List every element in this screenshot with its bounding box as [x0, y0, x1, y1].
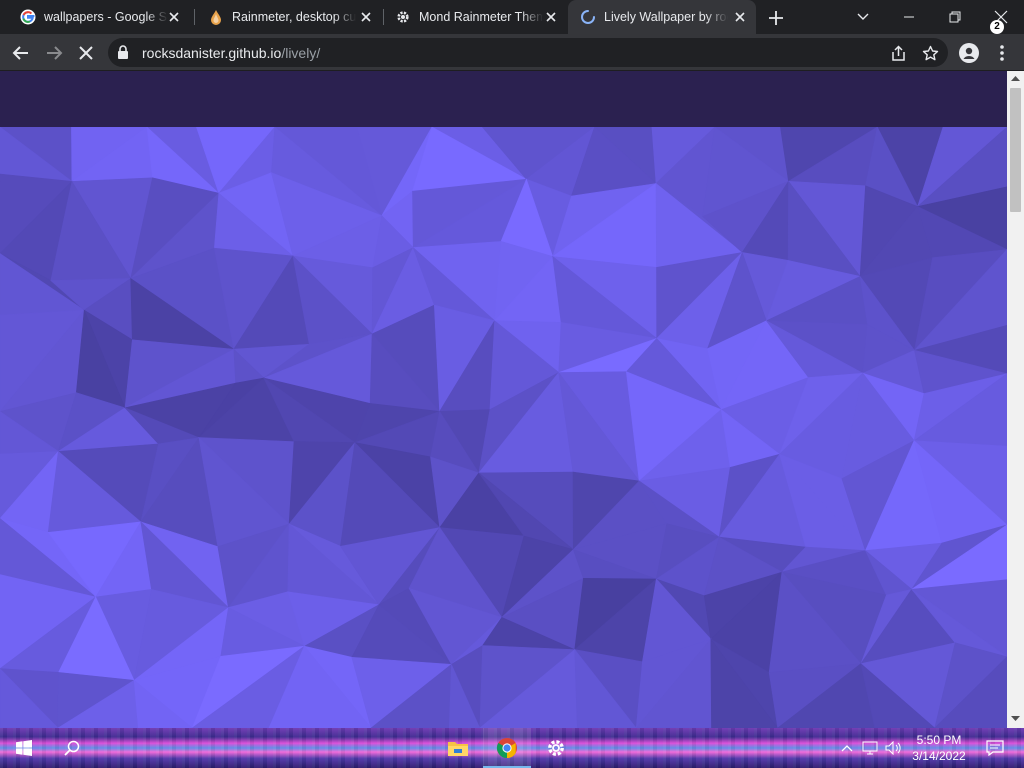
restore-button[interactable]: [932, 0, 978, 34]
tab-lively-wallpaper[interactable]: Lively Wallpaper by roc: [568, 0, 756, 34]
network-icon: [862, 741, 878, 755]
browser-toolbar: rocksdanister.github.io/lively/: [0, 34, 1024, 71]
tab-separator: [194, 9, 195, 25]
tab-search-button[interactable]: [840, 0, 886, 34]
speaker-icon: [885, 741, 901, 755]
lock-icon[interactable]: [117, 45, 129, 64]
back-button[interactable]: [8, 40, 34, 66]
settings-taskbar-button[interactable]: [532, 728, 580, 768]
close-icon[interactable]: [543, 9, 559, 25]
site-header-bar: [0, 71, 1007, 127]
start-button[interactable]: [0, 728, 48, 768]
clock-time: 5:50 PM: [916, 733, 962, 747]
url-text: rocksdanister.github.io/lively/: [142, 45, 320, 61]
tab-rainmeter[interactable]: Rainmeter, desktop cus: [196, 0, 382, 34]
close-icon[interactable]: [358, 9, 374, 25]
scrollbar-thumb[interactable]: [1010, 88, 1021, 212]
new-tab-button[interactable]: [765, 7, 787, 29]
close-icon[interactable]: [166, 9, 182, 25]
tab-title: Rainmeter, desktop cus: [232, 10, 356, 24]
tab-strip: wallpapers - Google Se Rainmeter, deskto…: [0, 0, 1024, 34]
loading-spinner-icon: [580, 9, 596, 25]
page-scrollbar[interactable]: [1007, 71, 1024, 728]
hero-lowpoly-background: [0, 127, 1007, 728]
page-viewport: [0, 71, 1007, 728]
stop-loading-button[interactable]: [73, 40, 99, 66]
tab-separator: [383, 9, 384, 25]
clock-date: 3/14/2022: [912, 749, 966, 763]
system-clock[interactable]: 5:50 PM 3/14/2022: [902, 732, 976, 764]
windows-logo-icon: [16, 740, 32, 756]
file-explorer-icon: [448, 742, 468, 756]
url-path: /lively/: [281, 45, 321, 61]
rainmeter-drop-icon: [208, 9, 224, 25]
chrome-icon: [496, 738, 517, 759]
close-icon[interactable]: [732, 9, 748, 25]
tab-title: wallpapers - Google Se: [44, 10, 168, 24]
network-button[interactable]: [859, 728, 881, 768]
search-button[interactable]: [48, 728, 96, 768]
notification-icon: [986, 740, 1004, 756]
search-icon: [64, 740, 80, 756]
action-center-button[interactable]: [980, 728, 1010, 768]
tab-title: Mond Rainmeter Them: [419, 10, 543, 24]
tab-title: Lively Wallpaper by roc: [604, 10, 728, 24]
menu-kebab-icon[interactable]: [989, 40, 1015, 66]
url-host: rocksdanister.github.io: [142, 45, 282, 61]
bookmark-star-icon[interactable]: [917, 40, 943, 66]
profile-avatar-icon[interactable]: [956, 40, 982, 66]
tab-google-search[interactable]: wallpapers - Google Se: [0, 0, 190, 34]
gear-icon: [395, 9, 411, 25]
address-bar[interactable]: rocksdanister.github.io/lively/: [108, 38, 948, 67]
tab-mond-rainmeter[interactable]: Mond Rainmeter Them: [385, 0, 567, 34]
minimize-button[interactable]: [886, 0, 932, 34]
share-icon[interactable]: [885, 40, 911, 66]
notification-count-badge: 2: [990, 20, 1004, 34]
windows-taskbar: 5:50 PM 3/14/2022: [0, 728, 1024, 768]
chrome-taskbar-button[interactable]: [483, 728, 531, 768]
forward-button[interactable]: [41, 40, 67, 66]
chevron-up-icon: [841, 745, 853, 752]
show-hidden-icons-button[interactable]: [836, 728, 858, 768]
file-explorer-button[interactable]: [434, 728, 482, 768]
google-icon: [20, 9, 36, 25]
settings-icon: [548, 740, 564, 756]
